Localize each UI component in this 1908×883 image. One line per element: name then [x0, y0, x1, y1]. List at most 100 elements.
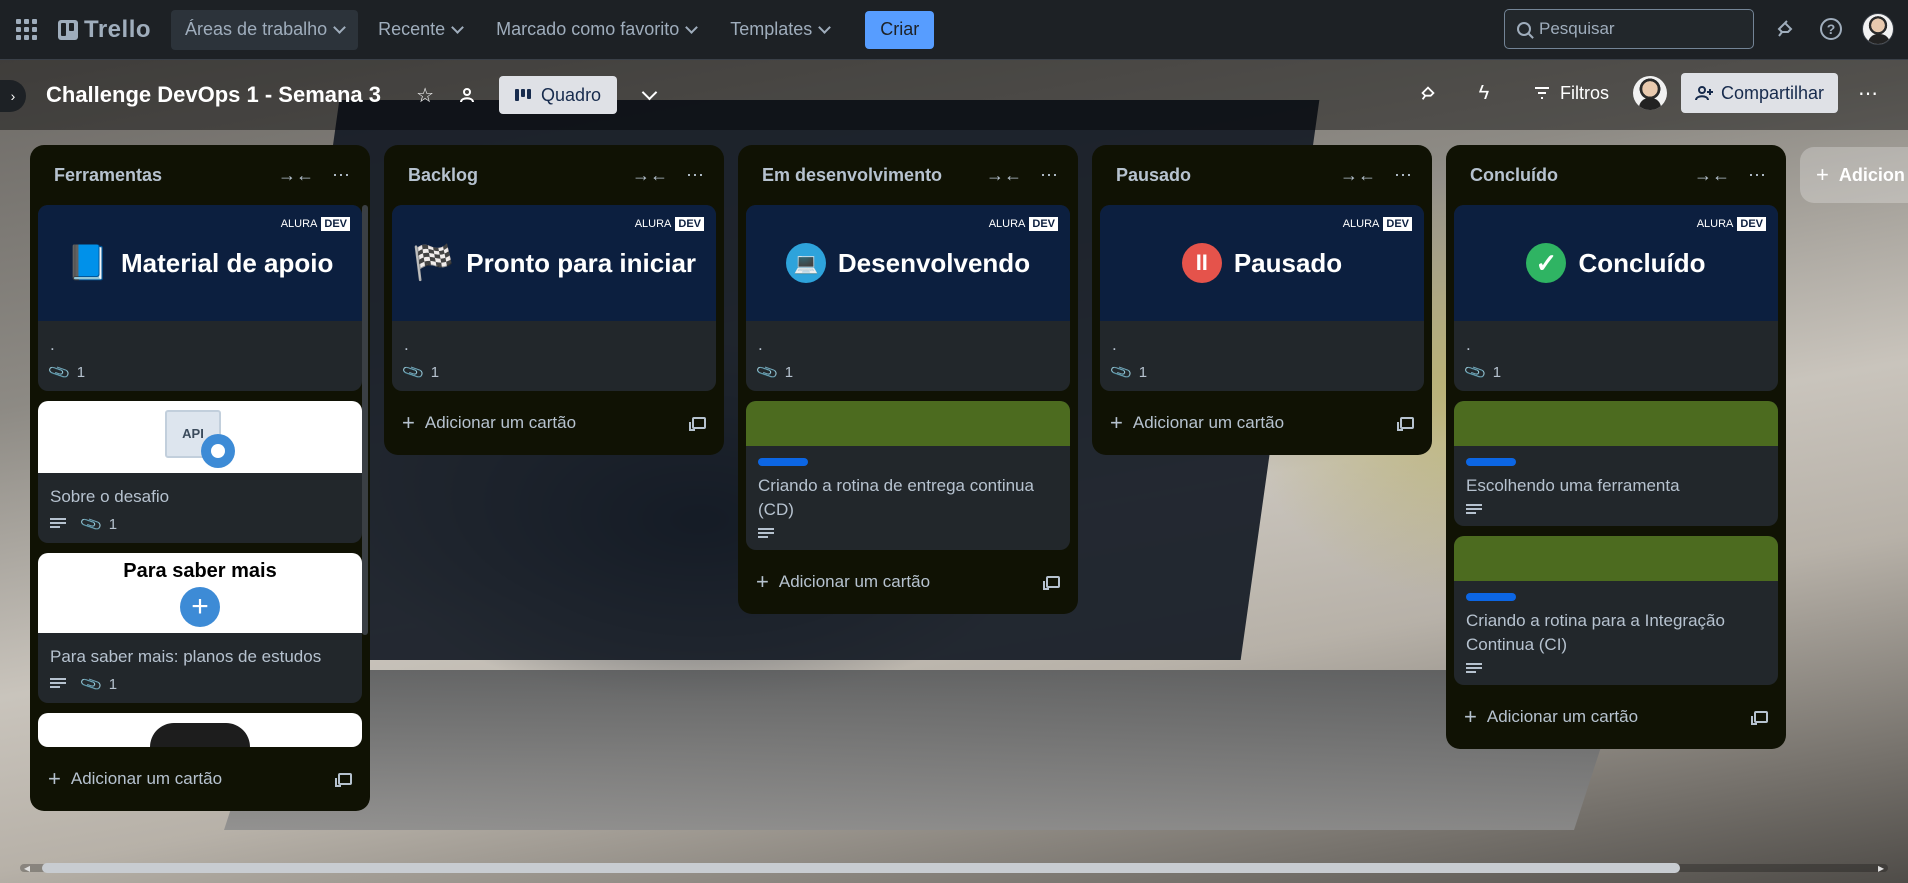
attachments-badge: 📎 1	[401, 360, 440, 385]
board-view-button[interactable]: Quadro	[499, 76, 618, 114]
list-pausado: Pausado →← ⋯ ALURA DEV II Pausado . 📎 1 + Ad…	[1092, 145, 1432, 455]
description-icon	[50, 678, 66, 690]
help-icon[interactable]: ?	[1816, 14, 1846, 44]
card-label[interactable]	[1466, 458, 1516, 466]
list-title[interactable]: Pausado	[1116, 165, 1191, 186]
list-menu-icon[interactable]: ⋯	[1040, 165, 1058, 186]
filters-button[interactable]: Filtros	[1524, 73, 1619, 113]
card-rotina-ci[interactable]: Criando a rotina para a Integração Conti…	[1454, 536, 1778, 685]
card-cover	[746, 401, 1070, 446]
add-card-button[interactable]: + Adicionar um cartão	[746, 560, 1070, 604]
card-rotina-cd[interactable]: Criando a rotina de entrega continua (CD…	[746, 401, 1070, 550]
card-template-icon[interactable]	[335, 773, 352, 787]
nav-workspaces[interactable]: Áreas de trabalho	[171, 9, 359, 50]
expand-sidebar-icon[interactable]: ›	[0, 80, 26, 112]
list-header: Em desenvolvimento →← ⋯	[746, 145, 1070, 205]
card-pausado[interactable]: ALURA DEV II Pausado . 📎 1	[1100, 205, 1424, 391]
automation-icon[interactable]: ϟ	[1468, 77, 1500, 109]
card-title: Sobre o desafio	[50, 487, 170, 506]
power-ups-icon[interactable]	[1412, 77, 1444, 109]
card-cover: ALURA DEV 📘 Material de apoio	[38, 205, 362, 321]
card-cover	[1454, 536, 1778, 581]
views-dropdown-chevron-icon[interactable]	[633, 79, 665, 111]
card-escolhendo-ferramenta[interactable]: Escolhendo uma ferramenta	[1454, 401, 1778, 526]
board-menu-icon[interactable]: ⋯	[1852, 77, 1884, 109]
collapse-list-icon[interactable]: →←	[278, 165, 314, 186]
scroll-left-arrow-icon[interactable]: ◂	[24, 861, 30, 875]
search-box[interactable]	[1504, 9, 1754, 49]
list-menu-icon[interactable]: ⋯	[1394, 165, 1412, 186]
user-avatar[interactable]	[1862, 13, 1894, 45]
member-avatar[interactable]	[1632, 76, 1667, 110]
share-button[interactable]: Compartilhar	[1680, 73, 1838, 113]
add-card-button[interactable]: + Adicionar um cartão	[392, 401, 716, 445]
card-material-de-apoio[interactable]: ALURA DEV 📘 Material de apoio . 📎 1	[38, 205, 362, 391]
notifications-icon[interactable]	[1770, 14, 1800, 44]
checkered-flag-icon: 🏁	[411, 244, 455, 282]
alura-dev-logo: ALURA DEV	[1343, 217, 1412, 231]
cover-title: Pronto para iniciar	[466, 247, 697, 278]
computer-code-icon: 💻	[785, 243, 826, 283]
cover-title: Para saber mais	[123, 559, 277, 582]
horizontal-scrollbar[interactable]: ◂ ▸	[20, 861, 1888, 875]
collapse-list-icon[interactable]: →←	[1340, 165, 1376, 186]
card-para-saber-mais[interactable]: Para saber mais + Para saber mais: plano…	[38, 553, 362, 703]
card-desenvolvendo[interactable]: ALURA DEV 💻 Desenvolvendo . 📎 1	[746, 205, 1070, 391]
list-cards: ALURADEV 📘 Material de apoio . 📎1 API	[38, 205, 362, 757]
search-input[interactable]	[1539, 19, 1729, 39]
visibility-icon[interactable]	[451, 79, 483, 111]
paperclip-icon: 📎	[1109, 360, 1134, 385]
top-navigation-bar: Trello Áreas de trabalho Recente Marcado…	[0, 0, 1908, 60]
attachments-badge: 📎 1	[79, 672, 118, 697]
board-header: › Challenge DevOps 1 - Semana 3 ☆ Quadro…	[0, 60, 1908, 130]
card-partial[interactable]	[38, 713, 362, 747]
list-menu-icon[interactable]: ⋯	[332, 165, 350, 186]
add-list-button[interactable]: + Adicion	[1800, 147, 1908, 203]
list-header: Backlog →← ⋯	[392, 145, 716, 205]
card-cover: ALURA DEV ✓ Concluído	[1454, 205, 1778, 321]
collapse-list-icon[interactable]: →←	[1694, 165, 1730, 186]
list-scrollbar[interactable]	[362, 205, 368, 635]
card-template-icon[interactable]	[1397, 417, 1414, 431]
app-switcher-icon[interactable]	[14, 18, 38, 42]
card-concluido[interactable]: ALURA DEV ✓ Concluído . 📎 1	[1454, 205, 1778, 391]
board-title[interactable]: Challenge DevOps 1 - Semana 3	[46, 82, 381, 108]
card-label[interactable]	[1466, 593, 1516, 601]
list-title[interactable]: Em desenvolvimento	[762, 165, 942, 186]
card-template-icon[interactable]	[1751, 711, 1768, 725]
card-sobre-o-desafio[interactable]: API Sobre o desafio 📎 1	[38, 401, 362, 543]
paperclip-icon: 📎	[755, 360, 780, 385]
card-label[interactable]	[758, 458, 808, 466]
list-menu-icon[interactable]: ⋯	[686, 165, 704, 186]
card-title: .	[1112, 335, 1117, 354]
add-card-button[interactable]: + Adicionar um cartão	[1100, 401, 1424, 445]
scrollbar-thumb[interactable]	[42, 863, 1680, 873]
plus-icon: +	[402, 410, 415, 435]
add-card-button[interactable]: + Adicionar um cartão	[38, 757, 362, 801]
collapse-list-icon[interactable]: →←	[632, 165, 668, 186]
card-template-icon[interactable]	[1043, 576, 1060, 590]
alura-dev-logo: ALURA DEV	[281, 217, 350, 231]
card-title: .	[1466, 335, 1471, 354]
plus-icon: +	[756, 569, 769, 594]
list-title[interactable]: Ferramentas	[54, 165, 162, 186]
card-cover: API	[38, 401, 362, 473]
paperclip-icon: 📎	[79, 512, 104, 537]
nav-starred-label: Marcado como favorito	[496, 19, 680, 39]
nav-recent[interactable]: Recente	[364, 10, 476, 50]
board-view-icon	[515, 89, 532, 101]
card-template-icon[interactable]	[689, 417, 706, 431]
filters-label: Filtros	[1559, 82, 1609, 103]
create-button[interactable]: Criar	[865, 10, 935, 49]
nav-templates[interactable]: Templates	[716, 10, 843, 50]
add-card-button[interactable]: + Adicionar um cartão	[1454, 695, 1778, 739]
list-menu-icon[interactable]: ⋯	[1748, 165, 1766, 186]
scroll-right-arrow-icon[interactable]: ▸	[1878, 861, 1884, 875]
nav-starred[interactable]: Marcado como favorito	[482, 10, 710, 50]
card-pronto-para-iniciar[interactable]: ALURA DEV 🏁 Pronto para iniciar . 📎 1	[392, 205, 716, 391]
list-title[interactable]: Concluído	[1470, 165, 1558, 186]
collapse-list-icon[interactable]: →←	[986, 165, 1022, 186]
trello-logo[interactable]: Trello	[58, 16, 151, 44]
list-title[interactable]: Backlog	[408, 165, 478, 186]
star-icon[interactable]: ☆	[409, 79, 441, 111]
